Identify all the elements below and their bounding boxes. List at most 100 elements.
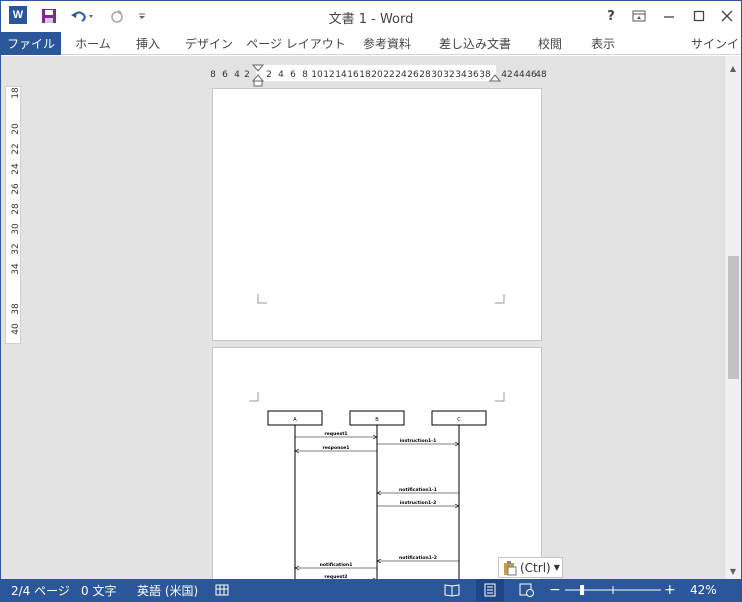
- ruler-tick-label: 30: [11, 223, 20, 235]
- message-label: request1: [324, 431, 347, 437]
- ruler-tick-label: 4: [234, 70, 240, 80]
- signin-link[interactable]: サインイン: [691, 32, 741, 55]
- ruler-tick-label: 8: [210, 70, 216, 80]
- word-count[interactable]: 0 文字: [81, 579, 116, 601]
- ruler-tick-label: 28: [11, 203, 20, 215]
- ruler-tick-label: 30: [431, 70, 443, 80]
- ruler-tick-label: 16: [347, 70, 359, 80]
- vertical-ruler-labels: 18 20 22 24 26 28 30 32 34 38 40: [6, 62, 21, 335]
- ruler-tick-label: 26: [11, 183, 20, 195]
- ribbon-tabs: ファイル ホーム 挿入 デザイン ページ レイアウト 参考資料 差し込み文書 校…: [1, 32, 741, 55]
- message-label: notification1-1: [399, 487, 437, 493]
- tab-view[interactable]: 表示: [587, 32, 619, 55]
- ruler-tick-label: 32: [11, 243, 20, 254]
- ruler-tick-label: 42: [501, 70, 512, 80]
- ruler-tick-label: 24: [395, 70, 407, 80]
- lifeline-label: A: [293, 417, 297, 423]
- ruler-tick-label: 38: [479, 70, 491, 80]
- ruler-tick-label: 26: [407, 70, 419, 80]
- macro-recording-icon[interactable]: [215, 579, 229, 601]
- message-notification1[interactable]: notification1: [294, 562, 377, 571]
- ruler-tick-label: 18: [11, 87, 20, 99]
- tab-references[interactable]: 参考資料: [359, 32, 415, 55]
- ruler-tick-label: 14: [335, 70, 347, 80]
- ruler-tick-label: 10: [311, 70, 323, 80]
- message-label: notification1-2: [399, 555, 437, 561]
- ruler-tick-label: 36: [467, 70, 479, 80]
- ruler-tick-label: 48: [535, 70, 547, 80]
- lifeline-label: C: [457, 417, 461, 423]
- page-1[interactable]: [212, 88, 542, 341]
- lifeline-c[interactable]: C: [431, 410, 487, 580]
- maximize-icon[interactable]: [687, 6, 711, 26]
- scroll-thumb[interactable]: [728, 256, 739, 379]
- scroll-down-icon[interactable]: ▼: [725, 563, 741, 579]
- ruler-tick-label: 38: [11, 303, 20, 315]
- print-layout-icon[interactable]: [476, 579, 504, 601]
- status-bar: 2/4 ページ 0 文字 英語 (米国) − + 42%: [1, 579, 741, 601]
- word-window: W 文書 1 - Word ? ファイル ホーム 挿入 デザイン ページ レイア…: [0, 0, 742, 602]
- chevron-down-icon: ▼: [553, 563, 560, 572]
- minimize-icon[interactable]: [657, 6, 681, 26]
- tab-home[interactable]: ホーム: [73, 32, 113, 55]
- paste-options-button[interactable]: (Ctrl) ▼: [498, 557, 563, 578]
- ruler-tick-label: 2: [266, 70, 272, 80]
- ruler-tick-label: 20: [11, 123, 20, 135]
- zoom-in-button[interactable]: +: [664, 579, 676, 601]
- message-notification1-1[interactable]: notification1-1: [376, 487, 459, 496]
- tab-mailings[interactable]: 差し込み文書: [435, 32, 515, 55]
- tab-review[interactable]: 校閲: [533, 32, 567, 55]
- page-2[interactable]: A B Crequest1 instruction1-1 response1 notifi…: [212, 347, 543, 580]
- message-label: instruction1-2: [400, 500, 437, 506]
- close-icon[interactable]: [715, 6, 739, 26]
- ruler-tick-label: 20: [371, 70, 383, 80]
- page-1-corner-marks: [257, 294, 505, 304]
- help-button[interactable]: ?: [599, 6, 623, 26]
- web-layout-icon[interactable]: [519, 579, 535, 601]
- horizontal-ruler: 8 6 4 2 2 4 6 8 10 12 14 16 18 20 22 24 26 28 30 32 34 36 38 42…: [209, 64, 547, 87]
- language-indicator[interactable]: 英語 (米国): [137, 579, 198, 601]
- ribbon-display-options-icon[interactable]: [627, 6, 651, 26]
- tab-insert[interactable]: 挿入: [131, 32, 165, 55]
- ruler-tick-label: 34: [11, 263, 20, 275]
- ruler-tick-label: 40: [11, 323, 20, 335]
- ruler-tick-label: 4: [278, 70, 284, 80]
- horizontal-ruler-labels: 8 6 4 2 2 4 6 8 10 12 14 16 18 20 22 24 26 28 30 32 34 36 38 42…: [209, 64, 547, 87]
- lifeline-b[interactable]: B: [349, 410, 405, 580]
- ruler-tick-label: 6: [222, 70, 228, 80]
- vertical-scrollbar[interactable]: ▲ ▼: [724, 56, 741, 579]
- ruler-tick-label: 12: [323, 70, 334, 80]
- ruler-tick-label: 24: [11, 163, 20, 175]
- message-label: notification1: [320, 562, 353, 568]
- ruler-tick-label: 22: [383, 70, 394, 80]
- page-indicator[interactable]: 2/4 ページ: [11, 579, 70, 601]
- message-label: response1: [323, 445, 350, 451]
- zoom-level[interactable]: 42%: [690, 579, 717, 601]
- vertical-ruler: 18 20 22 24 26 28 30 32 34 38 40: [5, 62, 21, 344]
- zoom-out-button[interactable]: −: [549, 579, 561, 601]
- paste-options-label: (Ctrl): [520, 560, 551, 575]
- ruler-tick-label: 28: [419, 70, 431, 80]
- read-mode-icon[interactable]: [444, 579, 460, 601]
- ruler-tick-label: 34: [455, 70, 467, 80]
- message-request1[interactable]: request1: [295, 431, 378, 440]
- message-notification1-2[interactable]: notification1-2: [376, 555, 459, 564]
- scroll-up-icon[interactable]: ▲: [725, 60, 741, 76]
- message-label: instruction1-1: [400, 438, 437, 444]
- message-instruction1-2[interactable]: instruction1-2: [377, 500, 460, 509]
- message-instruction1-1[interactable]: instruction1-1: [377, 438, 460, 447]
- sequence-diagram[interactable]: A B Crequest1 instruction1-1 response1 notifi…: [213, 348, 543, 580]
- zoom-slider-thumb[interactable]: [580, 585, 585, 595]
- lifeline-a[interactable]: A: [267, 410, 323, 580]
- tab-file[interactable]: ファイル: [1, 32, 61, 55]
- tab-page-layout[interactable]: ページ レイアウト: [246, 32, 346, 55]
- ruler-tick-label: 32: [443, 70, 454, 80]
- zoom-slider[interactable]: [563, 579, 663, 601]
- title-bar: W 文書 1 - Word ?: [1, 1, 741, 32]
- ruler-tick-label: 8: [302, 70, 308, 80]
- ruler-tick-label: 22: [11, 143, 20, 154]
- message-response1[interactable]: response1: [294, 445, 377, 454]
- ruler-tick-label: 6: [290, 70, 296, 80]
- tab-design[interactable]: デザイン: [185, 32, 233, 55]
- ruler-tick-label: 2: [244, 70, 250, 80]
